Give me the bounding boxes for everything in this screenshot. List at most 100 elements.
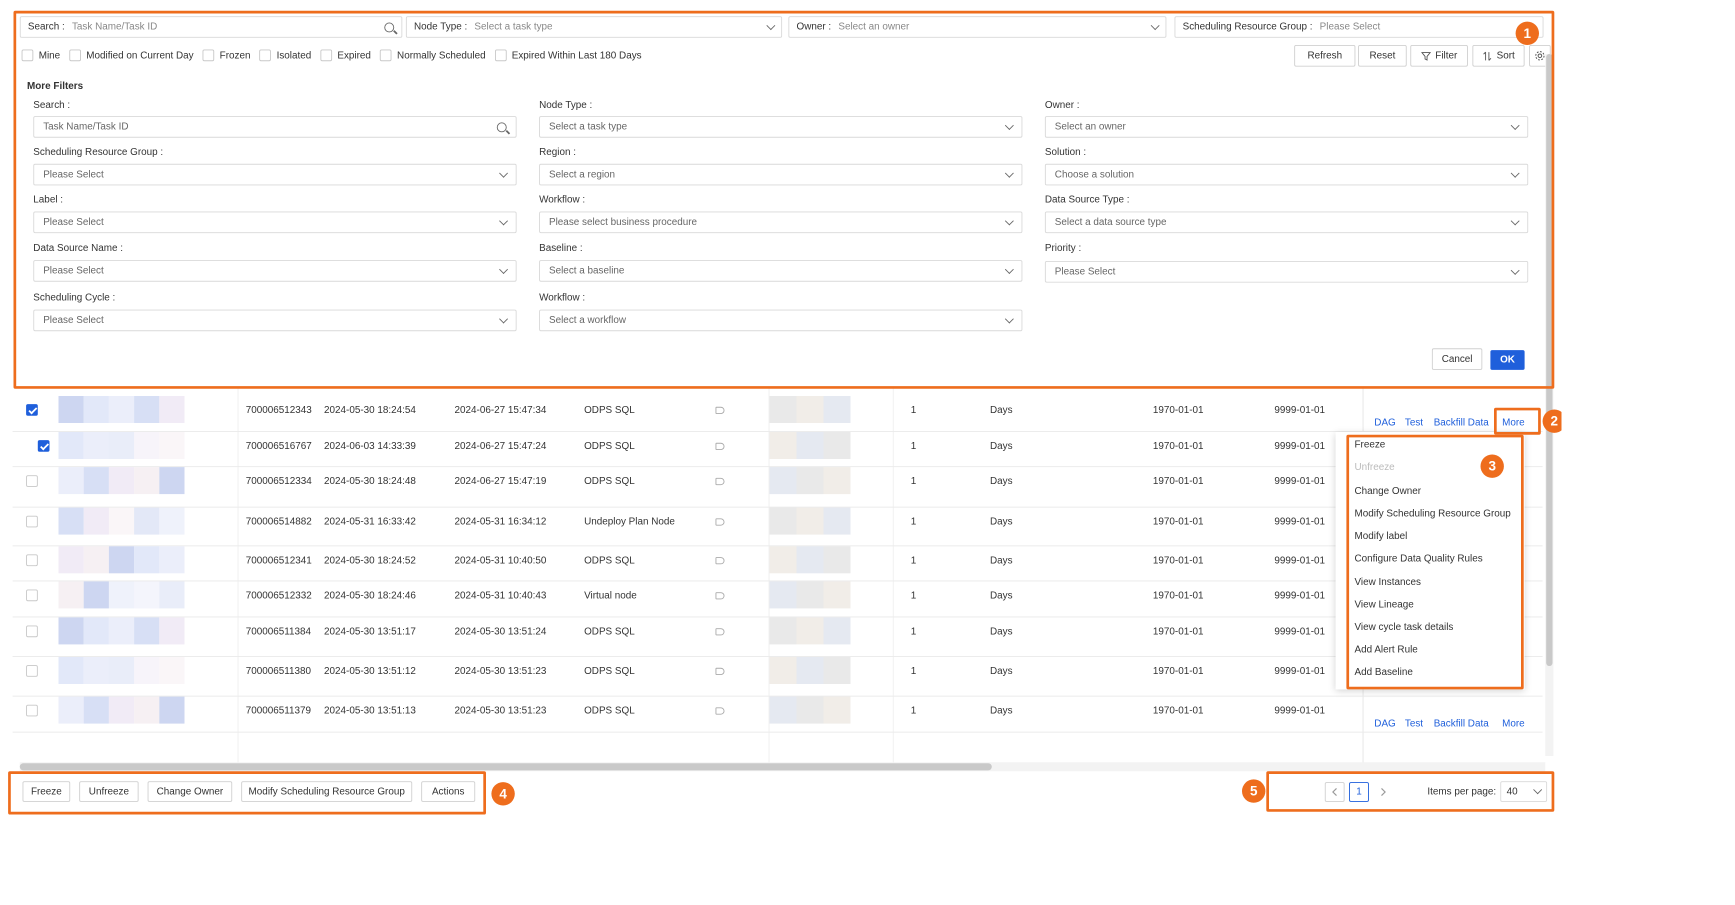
tag-icon[interactable]: [715, 518, 725, 526]
end-date-cell: 9999-01-01: [1274, 555, 1326, 567]
node-type-cell: Virtual node: [584, 590, 637, 602]
start-date-cell: 1970-01-01: [1152, 590, 1204, 602]
node-type-cell: ODPS SQL: [584, 555, 635, 567]
redacted-block: [83, 696, 109, 724]
more-link[interactable]: More: [1502, 718, 1525, 729]
created-time-cell: 2024-05-30 18:24:46: [324, 590, 416, 602]
row-checkbox[interactable]: [26, 475, 38, 487]
callout-badge-3: 3: [1480, 454, 1504, 478]
created-time-cell: 2024-05-31 16:33:42: [324, 516, 416, 528]
horizontal-scrollbar[interactable]: [19, 762, 1546, 772]
start-date-cell: 1970-01-01: [1152, 666, 1204, 677]
node-type-cell: ODPS SQL: [584, 476, 635, 487]
redacted-block: [134, 581, 160, 609]
modified-time-cell: 2024-05-30 13:51:23: [454, 666, 547, 677]
dag-link[interactable]: DAG: [1374, 718, 1395, 729]
node-type-cell: ODPS SQL: [584, 441, 635, 452]
redacted-block: [108, 696, 135, 724]
task-id-cell: 700006512334: [245, 476, 312, 487]
end-date-cell: 9999-01-01: [1274, 666, 1326, 677]
priority-cell: 1: [910, 441, 917, 452]
test-link[interactable]: Test: [1405, 418, 1423, 429]
tag-icon[interactable]: [715, 707, 725, 715]
redacted-block: [796, 396, 824, 423]
row-checkbox[interactable]: [26, 515, 38, 528]
cycle-cell: Days: [990, 476, 1013, 487]
tag-icon[interactable]: [715, 557, 725, 565]
redacted-block: [159, 657, 185, 684]
tag-icon[interactable]: [715, 442, 725, 450]
redacted-block: [823, 467, 851, 495]
test-link[interactable]: Test: [1405, 718, 1423, 729]
start-date-cell: 1970-01-01: [1152, 705, 1204, 717]
start-date-cell: 1970-01-01: [1152, 476, 1204, 487]
redacted-block: [58, 467, 84, 495]
tag-icon[interactable]: [715, 667, 725, 675]
redacted-block: [134, 507, 160, 535]
end-date-cell: 9999-01-01: [1274, 516, 1326, 528]
redacted-block: [83, 467, 109, 495]
redacted-block: [159, 396, 185, 423]
redacted-block: [134, 696, 160, 724]
tag-icon[interactable]: [715, 592, 725, 600]
created-time-cell: 2024-05-30 18:24:52: [324, 555, 416, 567]
redacted-block: [83, 581, 109, 609]
cycle-cell: Days: [990, 666, 1013, 677]
redacted-block: [58, 696, 84, 724]
redacted-block: [823, 507, 851, 535]
stage: Search : Task Name/Task ID Node Type : S…: [0, 0, 1562, 815]
redacted-block: [108, 507, 135, 535]
redacted-block: [83, 617, 109, 645]
modified-time-cell: 2024-05-31 10:40:43: [454, 590, 547, 602]
created-time-cell: 2024-06-03 14:33:39: [324, 441, 416, 452]
scroll-thumb[interactable]: [19, 763, 992, 771]
redacted-block: [769, 617, 797, 645]
redacted-block: [134, 396, 160, 423]
redacted-block: [769, 581, 797, 609]
dag-link[interactable]: DAG: [1374, 418, 1395, 429]
row-checkbox[interactable]: [26, 625, 38, 638]
tag-icon[interactable]: [715, 406, 725, 414]
redacted-block: [159, 617, 185, 645]
row-checkbox[interactable]: [26, 404, 38, 416]
callout-badge-4: 4: [491, 782, 515, 806]
row-checkbox[interactable]: [37, 440, 50, 452]
row-checkbox[interactable]: [26, 704, 38, 717]
cycle-cell: Days: [990, 590, 1013, 602]
priority-cell: 1: [910, 705, 917, 717]
redacted-block: [134, 467, 160, 495]
redacted-block: [159, 507, 185, 535]
callout-box-1: [13, 10, 1555, 389]
redacted-block: [108, 467, 135, 495]
row-checkbox[interactable]: [26, 554, 38, 567]
redacted-block: [159, 546, 185, 574]
tag-icon[interactable]: [715, 477, 725, 486]
redacted-block: [83, 432, 109, 459]
redacted-block: [83, 657, 109, 684]
redacted-block: [769, 507, 797, 535]
redacted-block: [823, 432, 851, 459]
redacted-block: [823, 696, 851, 724]
start-date-cell: 1970-01-01: [1152, 441, 1204, 452]
redacted-block: [823, 617, 851, 645]
tag-icon[interactable]: [715, 628, 725, 636]
backfill-link[interactable]: Backfill Data: [1434, 718, 1489, 729]
backfill-link[interactable]: Backfill Data: [1434, 418, 1489, 429]
row-checkbox[interactable]: [26, 665, 38, 677]
callout-box-5: [1266, 771, 1555, 812]
end-date-cell: 9999-01-01: [1274, 590, 1326, 602]
node-type-cell: Undeploy Plan Node: [584, 516, 675, 528]
modified-time-cell: 2024-05-31 16:34:12: [454, 516, 547, 528]
redacted-block: [159, 581, 185, 609]
row-checkbox[interactable]: [26, 589, 38, 602]
created-time-cell: 2024-05-30 13:51:13: [324, 705, 416, 717]
redacted-block: [83, 507, 109, 535]
redacted-block: [769, 657, 797, 684]
end-date-cell: 9999-01-01: [1274, 705, 1326, 717]
modified-time-cell: 2024-05-31 10:40:50: [454, 555, 547, 567]
redacted-block: [769, 467, 797, 495]
end-date-cell: 9999-01-01: [1274, 476, 1326, 487]
callout-box-2: [1494, 407, 1541, 435]
redacted-block: [134, 432, 160, 459]
modified-time-cell: 2024-05-30 13:51:23: [454, 705, 547, 717]
